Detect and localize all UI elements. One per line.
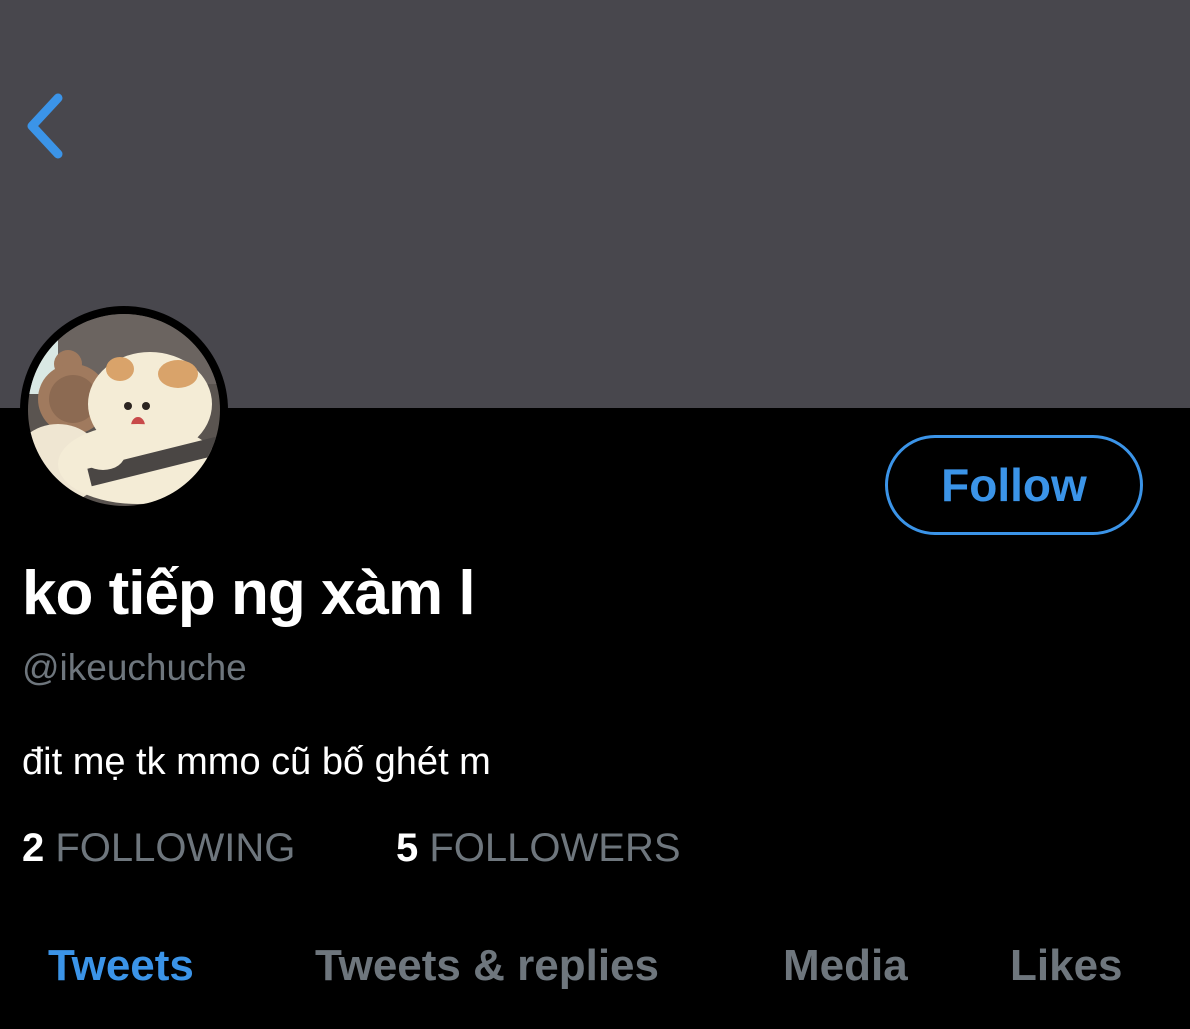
display-name: ko tiếp ng xàm l — [22, 559, 476, 628]
tab-media[interactable]: Media — [783, 936, 908, 996]
tab-tweets-and-replies[interactable]: Tweets & replies — [315, 936, 659, 996]
chevron-left-icon — [27, 93, 63, 159]
profile-tabs: Tweets Tweets & replies Media Likes — [0, 936, 1190, 1000]
back-button[interactable] — [14, 86, 74, 166]
following-count: 2 — [22, 826, 45, 870]
avatar-image — [28, 314, 220, 506]
user-handle: @ikeuchuche — [22, 647, 247, 688]
avatar[interactable] — [20, 306, 228, 514]
following-stat[interactable]: 2 FOLLOWING — [22, 822, 295, 874]
follow-button[interactable]: Follow — [885, 435, 1143, 535]
followers-stat[interactable]: 5 FOLLOWERS — [396, 822, 681, 874]
tab-tweets[interactable]: Tweets — [48, 936, 194, 996]
followers-label: FOLLOWERS — [429, 826, 681, 870]
followers-count: 5 — [396, 826, 419, 870]
following-label: FOLLOWING — [55, 826, 296, 870]
tab-likes[interactable]: Likes — [1010, 936, 1123, 996]
profile-bio: đit mẹ tk mmo cũ bố ghét m — [22, 741, 491, 783]
follow-button-label: Follow — [941, 459, 1087, 511]
